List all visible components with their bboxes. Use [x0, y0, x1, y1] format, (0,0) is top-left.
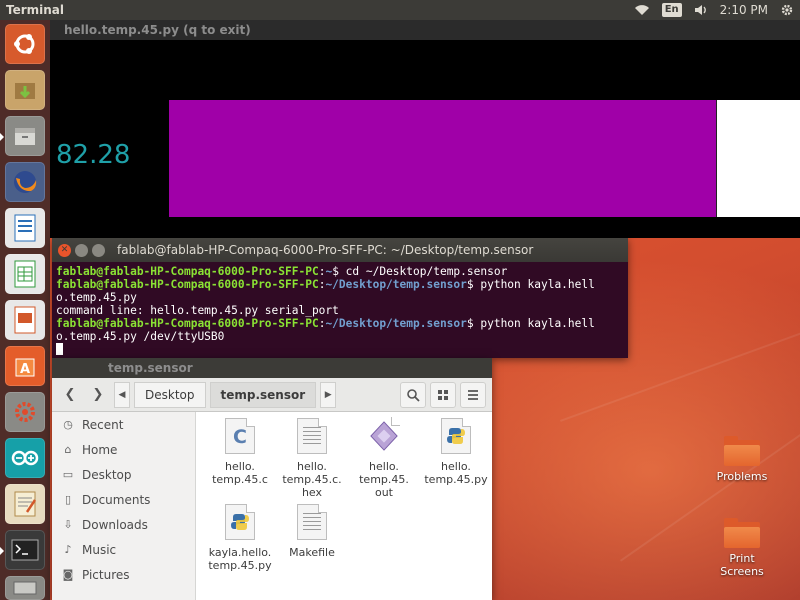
file-item[interactable]: Makefile [276, 504, 348, 559]
file-grid: C hello. temp.45.c hello. temp.45.c. hex… [196, 412, 492, 600]
breadcrumb-desktop[interactable]: Desktop [134, 381, 206, 408]
libreoffice-writer-icon[interactable] [5, 208, 45, 248]
temperature-value: 82.28 [56, 140, 131, 170]
terminal-titlebar[interactable]: ✕ fablab@fablab-HP-Compaq-6000-Pro-SFF-P… [52, 238, 628, 262]
file-name: Makefile [289, 546, 335, 559]
terminal-line: o.temp.45.py [56, 291, 137, 304]
plot-window-title[interactable]: hello.temp.45.py (q to exit) [50, 20, 800, 40]
clock-icon: ◷ [63, 418, 73, 431]
text-file-icon [297, 504, 327, 540]
desktop-icon-label: Problems [716, 470, 768, 483]
settings-gear-icon[interactable] [780, 3, 794, 17]
temperature-bar-track [169, 100, 800, 217]
sidebar-item-downloads[interactable]: ⇩ Downloads [52, 512, 195, 537]
terminal-window: ✕ fablab@fablab-HP-Compaq-6000-Pro-SFF-P… [52, 238, 628, 358]
file-name: hello. temp.45. out [359, 460, 409, 499]
folder-icon [724, 518, 760, 548]
breadcrumb-left-arrow[interactable]: ◀ [114, 381, 130, 408]
c-source-file-icon: C [225, 418, 255, 454]
file-name: hello. temp.45.c. hex [282, 460, 342, 499]
terminal-line: fablab@fablab-HP-Compaq-6000-Pro-SFF-PC:… [56, 278, 595, 291]
file-item[interactable]: hello. temp.45.c. hex [276, 418, 348, 499]
folder-icon [724, 436, 760, 466]
system-settings-icon[interactable] [5, 392, 45, 432]
forward-button[interactable]: ❯ [86, 382, 110, 408]
ubuntu-dash-icon[interactable] [5, 24, 45, 64]
usb-disk-icon[interactable] [5, 576, 45, 600]
terminal-cursor [56, 343, 63, 355]
wifi-icon[interactable] [634, 4, 650, 16]
sidebar-item-home[interactable]: ⌂ Home [52, 437, 195, 462]
maximize-button[interactable] [92, 243, 105, 257]
volume-icon[interactable] [694, 4, 708, 16]
python-file-icon [441, 418, 471, 454]
sidebar-item-music[interactable]: ♪ Music [52, 537, 195, 562]
download-icon: ⇩ [63, 518, 73, 531]
desktop-folder-icon: ▭ [62, 468, 74, 481]
desktop-icon-label: Print Screens [720, 552, 764, 578]
desktop-folder-problems[interactable]: Problems [700, 436, 784, 483]
home-icon: ⌂ [64, 443, 72, 456]
libreoffice-calc-icon[interactable] [5, 254, 45, 294]
breadcrumb-right-arrow[interactable]: ▶ [320, 381, 337, 408]
temperature-bar [169, 100, 717, 217]
svg-text:C: C [233, 426, 247, 447]
plot-canvas: 82.28 [50, 40, 800, 238]
binary-file-icon [369, 417, 400, 454]
terminal-title: fablab@fablab-HP-Compaq-6000-Pro-SFF-PC:… [117, 243, 534, 257]
close-button[interactable]: ✕ [58, 243, 71, 257]
launcher: A [0, 20, 50, 600]
file-item[interactable]: hello. temp.45. out [348, 417, 420, 499]
music-icon: ♪ [64, 543, 72, 556]
menu-icon[interactable] [460, 382, 486, 408]
arduino-icon[interactable] [5, 438, 45, 478]
minimize-button[interactable] [75, 243, 88, 257]
running-indicator [0, 547, 4, 555]
file-manager-sidebar: ◷ Recent ⌂ Home ▭ Desktop ▯ Documents ⇩ Downl… [52, 412, 196, 600]
documents-icon: ▯ [64, 493, 72, 506]
sidebar-item-recent[interactable]: ◷ Recent [52, 412, 195, 437]
sidebar-item-documents[interactable]: ▯ Documents [52, 487, 195, 512]
sidebar-item-desktop[interactable]: ▭ Desktop [52, 462, 195, 487]
running-indicator [0, 133, 4, 141]
file-item[interactable]: hello. temp.45.py [420, 418, 492, 486]
file-manager-window: temp.sensor ❮ ❯ ◀ Desktop temp.sensor ▶ … [52, 358, 492, 600]
text-file-icon [297, 418, 327, 454]
back-button[interactable]: ❮ [58, 382, 82, 408]
plot-window: hello.temp.45.py (q to exit) 82.28 [50, 20, 800, 238]
camera-icon: ◙ [62, 568, 74, 581]
file-item[interactable]: kayla.hello. temp.45.py [204, 504, 276, 572]
libreoffice-impress-icon[interactable] [5, 300, 45, 340]
file-manager-tools [400, 382, 486, 408]
keyboard-layout-indicator[interactable]: En [661, 3, 682, 17]
firefox-icon[interactable] [5, 162, 45, 202]
active-app-name: Terminal [6, 3, 65, 17]
text-editor-icon[interactable] [5, 484, 45, 524]
terminal-output[interactable]: fablab@fablab-HP-Compaq-6000-Pro-SFF-PC:… [52, 262, 628, 359]
svg-text:A: A [20, 362, 30, 377]
software-updater-icon[interactable] [5, 70, 45, 110]
ubuntu-software-icon[interactable]: A [5, 346, 45, 386]
desktop-folder-print-screens[interactable]: Print Screens [700, 518, 784, 578]
search-icon[interactable] [400, 382, 426, 408]
sidebar-item-pictures[interactable]: ◙ Pictures [52, 562, 195, 587]
file-name: hello. temp.45.c [212, 460, 268, 486]
terminal-line: fablab@fablab-HP-Compaq-6000-Pro-SFF-PC:… [56, 265, 508, 278]
terminal-icon[interactable] [0, 530, 45, 570]
file-name: hello. temp.45.py [424, 460, 488, 486]
breadcrumb-temp-sensor[interactable]: temp.sensor [209, 381, 317, 408]
files-manager-icon[interactable] [0, 116, 45, 156]
file-name: kayla.hello. temp.45.py [208, 546, 272, 572]
terminal-line: command line: hello.temp.45.py serial_po… [56, 304, 339, 317]
file-manager-title[interactable]: temp.sensor [52, 358, 492, 378]
system-tray: En 2:10 PM [634, 0, 794, 20]
top-panel: Terminal En 2:10 PM [0, 0, 800, 20]
grid-view-icon[interactable] [430, 382, 456, 408]
clock[interactable]: 2:10 PM [720, 3, 768, 17]
file-item[interactable]: C hello. temp.45.c [204, 418, 276, 486]
terminal-line: o.temp.45.py /dev/ttyUSB0 [56, 330, 225, 343]
python-file-icon [225, 504, 255, 540]
terminal-line: fablab@fablab-HP-Compaq-6000-Pro-SFF-PC:… [56, 317, 595, 330]
terminal-cursor-line [56, 343, 624, 356]
